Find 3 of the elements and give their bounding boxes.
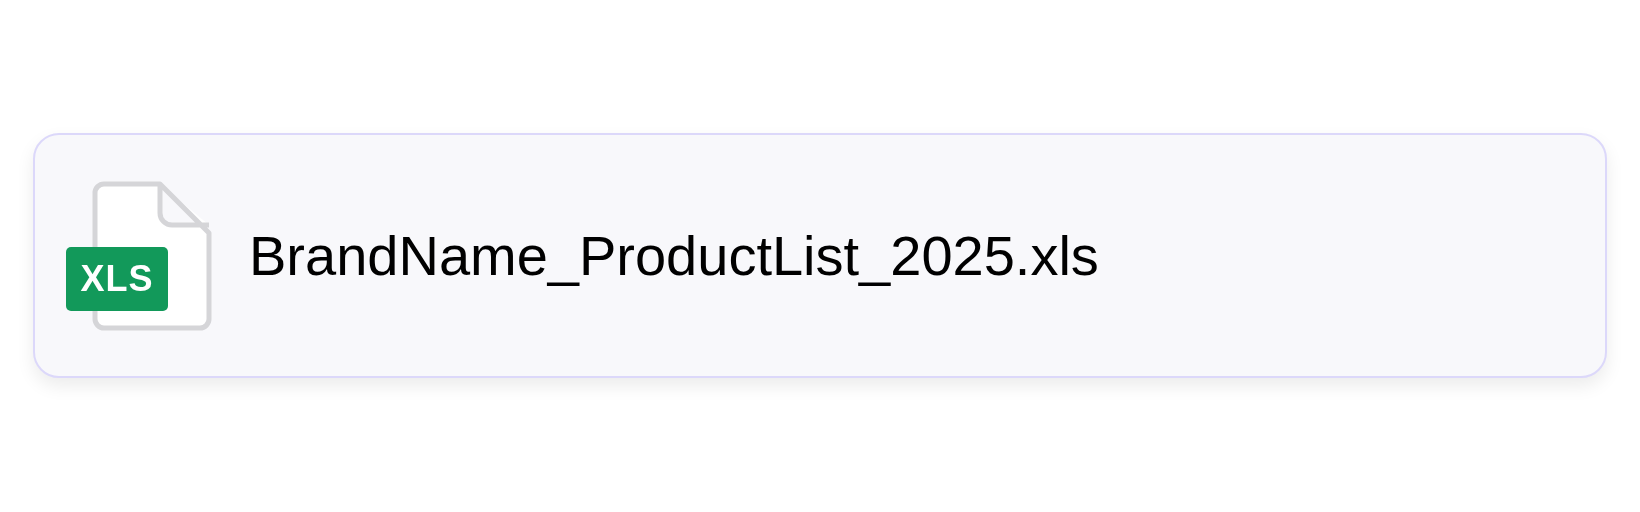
file-name: BrandName_ProductList_2025.xls <box>249 223 1099 288</box>
file-card[interactable]: XLS BrandName_ProductList_2025.xls <box>33 133 1607 378</box>
file-type-badge: XLS <box>66 246 168 311</box>
